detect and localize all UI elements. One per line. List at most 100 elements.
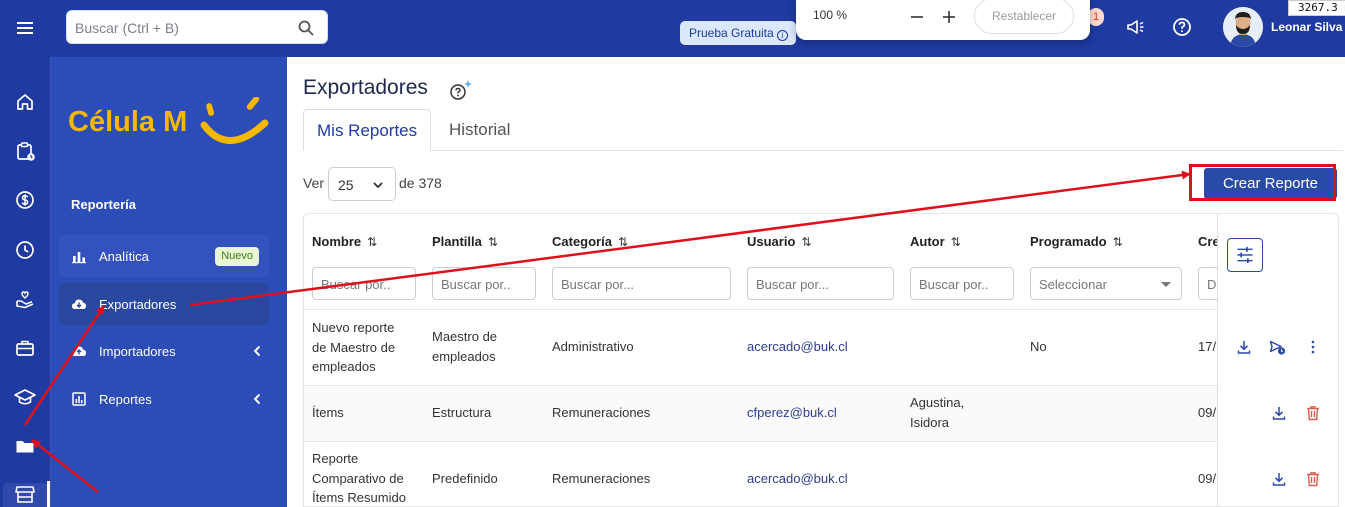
clock-icon[interactable] <box>12 237 38 263</box>
sidebar-item-importadores[interactable]: Importadores <box>59 330 269 372</box>
filter-programado-select[interactable]: Seleccionar <box>1030 267 1182 300</box>
column-header-label: Usuario <box>747 234 796 249</box>
sidebar-item-label: Importadores <box>99 344 176 359</box>
cell-usuario-link[interactable]: acercado@buk.cl <box>747 337 848 357</box>
sidebar-item-label: Exportadores <box>99 297 177 312</box>
sort-icon[interactable]: ⇅ <box>951 235 961 249</box>
sort-icon[interactable]: ⇅ <box>488 235 498 249</box>
sidebar-item-analitica[interactable]: Analítica Nuevo <box>59 235 269 277</box>
briefcase-icon[interactable] <box>12 335 38 361</box>
sort-icon[interactable]: ⇅ <box>801 235 811 249</box>
cloud-download-icon <box>72 299 86 309</box>
page-title: Exportadores <box>303 76 428 99</box>
trial-badge[interactable]: Prueba Gratuita i <box>680 21 796 45</box>
tabs: Mis Reportes Historial <box>303 109 1343 151</box>
top-bar: Prueba Gratuitai 1 Leonar Silva <box>0 0 1345 57</box>
sidebar-item-label: Reportes <box>99 392 152 407</box>
download-icon[interactable] <box>1270 470 1288 488</box>
tab-historial[interactable]: Historial <box>449 109 510 151</box>
sidebar-item-reportes[interactable]: Reportes <box>59 378 269 420</box>
reports-table: Nombre ⇅ Plantilla ⇅ Categoría ⇅ Usuario ⇅ A… <box>303 213 1339 507</box>
cell-creado: 09/ <box>1198 405 1217 420</box>
megaphone-icon[interactable] <box>1124 16 1146 38</box>
column-header-usuario[interactable]: Usuario ⇅ <box>747 234 811 249</box>
delete-icon[interactable] <box>1304 470 1322 488</box>
filter-autor-input[interactable]: Buscar por.. <box>910 267 1014 300</box>
chevron-down-icon <box>373 182 383 189</box>
help-icon[interactable] <box>1171 16 1193 38</box>
download-icon[interactable] <box>1270 404 1288 422</box>
row-divider <box>304 441 1338 442</box>
chevron-left-icon[interactable] <box>249 391 265 407</box>
celula-m-logo: Célula M <box>68 97 269 144</box>
rail-active-indicator <box>47 481 50 507</box>
user-name[interactable]: Leonar Silva <box>1271 20 1342 34</box>
cell-creado: 17/ <box>1198 339 1217 354</box>
cell-creado: 09/ <box>1198 471 1217 486</box>
column-header-label: Programado <box>1030 234 1107 249</box>
search-icon[interactable] <box>297 19 315 37</box>
cell-categoria: Remuneraciones <box>552 405 651 420</box>
page-size-select[interactable]: 25 <box>328 167 396 201</box>
info-icon: i <box>776 30 788 41</box>
home-icon[interactable] <box>12 89 38 115</box>
report-chart-icon <box>72 392 86 406</box>
cell-autor: Agustina, Isidora <box>910 395 965 430</box>
cell-usuario-link[interactable]: cfperez@buk.cl <box>747 403 837 423</box>
filter-plantilla-input[interactable]: Buscar por.. <box>432 267 536 300</box>
calendar-clipboard-icon[interactable] <box>12 138 38 164</box>
sort-icon[interactable]: ⇅ <box>367 235 377 249</box>
cell-usuario-link[interactable]: acercado@buk.cl <box>747 469 848 489</box>
section-title-reporteria: Reportería <box>71 197 137 212</box>
zoom-reset-button[interactable]: Restablecer <box>974 0 1074 34</box>
main-content: Exportadores Mis Reportes Historial Ver … <box>287 57 1345 507</box>
column-header-label: Nombre <box>312 234 362 249</box>
help-sparkle-icon[interactable] <box>450 79 474 101</box>
cell-plantilla: Maestro de empleados <box>432 329 498 364</box>
folder-icon[interactable] <box>12 433 38 459</box>
store-icon[interactable] <box>12 481 38 507</box>
dollar-icon[interactable] <box>12 187 38 213</box>
avatar[interactable] <box>1223 7 1263 47</box>
filter-nombre-input[interactable]: Buscar por.. <box>312 267 416 300</box>
filter-categoria-input[interactable]: Buscar por... <box>552 267 731 300</box>
hamburger-menu-icon[interactable] <box>14 17 36 39</box>
column-settings-button[interactable] <box>1227 238 1263 272</box>
page-size-value: 25 <box>338 177 354 193</box>
coordinate-readout: 3267.3 m <box>1288 0 1345 16</box>
minus-icon[interactable] <box>906 6 928 28</box>
sliders-icon <box>1237 247 1253 263</box>
cell-nombre: Reporte Comparativo de Ítems Resumido <box>312 451 406 505</box>
hand-heart-icon[interactable] <box>12 286 38 312</box>
global-search[interactable] <box>66 10 328 44</box>
cell-plantilla: Estructura <box>432 405 492 420</box>
column-header-programado[interactable]: Programado ⇅ <box>1030 234 1123 249</box>
column-header-label: Plantilla <box>432 234 482 249</box>
cell-nombre: Ítems <box>312 405 344 420</box>
cell-programado: No <box>1030 339 1047 354</box>
column-header-plantilla[interactable]: Plantilla ⇅ <box>432 234 498 249</box>
column-header-nombre[interactable]: Nombre ⇅ <box>312 234 377 249</box>
bar-chart-icon <box>72 252 86 264</box>
new-badge: Nuevo <box>215 247 259 266</box>
user-avatar-icon <box>1223 7 1263 47</box>
schedule-send-icon[interactable] <box>1268 338 1286 356</box>
graduation-cap-icon[interactable] <box>12 384 38 410</box>
more-vertical-icon[interactable] <box>1304 338 1322 356</box>
column-header-categoria[interactable]: Categoría ⇅ <box>552 234 628 249</box>
notification-count-badge[interactable]: 1 <box>1088 8 1104 26</box>
plus-icon[interactable] <box>938 6 960 28</box>
search-input[interactable] <box>75 17 285 39</box>
sidebar-item-exportadores[interactable]: Exportadores <box>59 283 269 325</box>
download-icon[interactable] <box>1235 338 1253 356</box>
cloud-upload-icon <box>72 346 86 356</box>
sort-icon[interactable]: ⇅ <box>1113 235 1123 249</box>
tab-mis-reportes[interactable]: Mis Reportes <box>303 109 432 151</box>
row-divider <box>304 385 1338 386</box>
column-header-autor[interactable]: Autor ⇅ <box>910 234 961 249</box>
filter-usuario-input[interactable]: Buscar por... <box>747 267 894 300</box>
delete-icon[interactable] <box>1304 404 1322 422</box>
total-count-label: de 378 <box>399 175 442 191</box>
sort-icon[interactable]: ⇅ <box>618 235 628 249</box>
chevron-left-icon[interactable] <box>249 343 265 359</box>
